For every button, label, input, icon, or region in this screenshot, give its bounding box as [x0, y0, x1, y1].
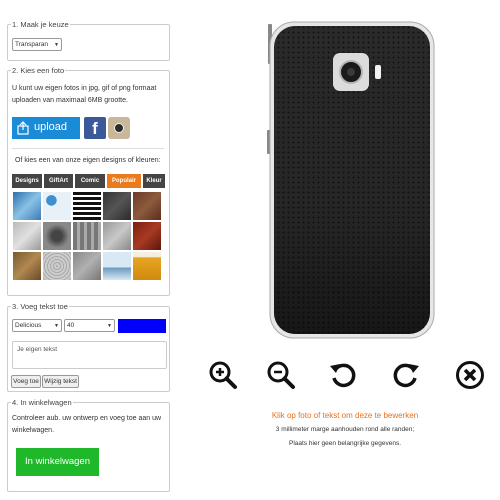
font-value: Delicious	[15, 322, 42, 329]
upload-button[interactable]: upload	[12, 117, 80, 139]
rotate-right-icon[interactable]	[391, 360, 421, 390]
step1-title: 1. Maak je keuze	[11, 20, 70, 29]
design-thumbnail[interactable]	[133, 252, 161, 280]
step2-title: 2. Kies een foto	[11, 66, 66, 75]
important-data-note: Plaats hier geen belangrijke gegevens.	[288, 440, 402, 447]
chevron-down-icon: ▼	[107, 323, 112, 329]
design-thumbnail[interactable]	[13, 222, 41, 250]
size-value: 40	[67, 322, 75, 329]
step4-title: 4. In winkelwagen	[11, 398, 73, 407]
design-thumbnail[interactable]	[13, 252, 41, 280]
designs-text: Of kies een van onze eigen designs of kl…	[15, 157, 161, 164]
phone-case-preview[interactable]	[266, 20, 436, 340]
design-thumbnail[interactable]	[103, 222, 131, 250]
design-thumbnail[interactable]	[43, 192, 71, 220]
chevron-down-icon: ▼	[54, 42, 59, 48]
zoom-out-icon[interactable]	[266, 360, 296, 390]
step4-description: Controleer aub. uw ontwerp en voeg toe a…	[12, 415, 162, 434]
design-thumbnail[interactable]	[73, 192, 101, 220]
step3-title: 3. Voeg tekst toe	[11, 302, 69, 311]
size-select[interactable]: 40 ▼	[64, 319, 115, 332]
zoom-in-icon[interactable]	[208, 360, 238, 390]
design-thumbnail[interactable]	[13, 192, 41, 220]
tab-comic[interactable]: Comic	[75, 174, 105, 188]
step2-description: U kunt uw eigen fotos in jpg, gif of png…	[12, 85, 157, 104]
step4-panel: 4. In winkelwagen Controleer aub. uw ont…	[7, 398, 170, 492]
tab-designs[interactable]: Designs	[12, 174, 42, 188]
text-input[interactable]: Je eigen tekst	[12, 341, 167, 369]
rotate-left-glyph	[330, 363, 356, 388]
add-text-button[interactable]: Voeg toe	[11, 375, 41, 388]
delete-glyph	[456, 361, 484, 389]
design-thumbnail[interactable]	[103, 252, 131, 280]
chevron-down-icon: ▼	[54, 323, 59, 329]
design-thumbnail[interactable]	[43, 252, 71, 280]
zoom-in-glyph	[209, 361, 237, 389]
delete-icon[interactable]	[455, 360, 485, 390]
flash-cutout	[375, 65, 381, 79]
design-thumbnail[interactable]	[103, 192, 131, 220]
camera-lens	[339, 60, 363, 84]
tab-populair[interactable]: Populair	[107, 174, 141, 188]
design-thumbnail[interactable]	[73, 222, 101, 250]
facebook-icon[interactable]: f	[84, 117, 106, 139]
zoom-out-glyph	[267, 361, 295, 389]
add-to-cart-button[interactable]: In winkelwagen	[16, 448, 99, 476]
design-thumbnail[interactable]	[133, 222, 161, 250]
instagram-lens	[114, 123, 124, 133]
case-type-select[interactable]: Transparan ▼	[12, 38, 62, 51]
lens-center	[347, 68, 355, 76]
font-select[interactable]: Delicious ▼	[12, 319, 62, 332]
design-thumbnail[interactable]	[73, 252, 101, 280]
editor-hint: Klik op foto of tekst om deze te bewerke…	[271, 411, 419, 420]
design-thumbnail[interactable]	[43, 222, 71, 250]
rotate-right-glyph	[393, 363, 419, 388]
text-color-picker[interactable]	[118, 319, 166, 333]
step3-panel: 3. Voeg tekst toe Delicious ▼ 40 ▼ Je eige…	[7, 302, 170, 392]
text-input-placeholder: Je eigen tekst	[17, 346, 58, 353]
case-type-value: Transparan	[15, 41, 48, 48]
camera-cutout	[333, 53, 369, 91]
upload-label: upload	[34, 121, 68, 133]
edit-text-button[interactable]: Wijzig tekst	[42, 375, 79, 388]
instagram-icon[interactable]	[108, 117, 130, 139]
rotate-left-icon[interactable]	[328, 360, 358, 390]
tab-giftart[interactable]: GiftArt	[44, 174, 73, 188]
divider	[12, 148, 164, 149]
design-thumbnail[interactable]	[133, 192, 161, 220]
step1-panel: 1. Maak je keuze Transparan ▼	[7, 20, 170, 61]
upload-icon	[17, 121, 29, 135]
margin-note: 3 millimeter marge aanhouden rond alle r…	[275, 426, 415, 433]
tab-kleur[interactable]: Kleur	[143, 174, 165, 188]
